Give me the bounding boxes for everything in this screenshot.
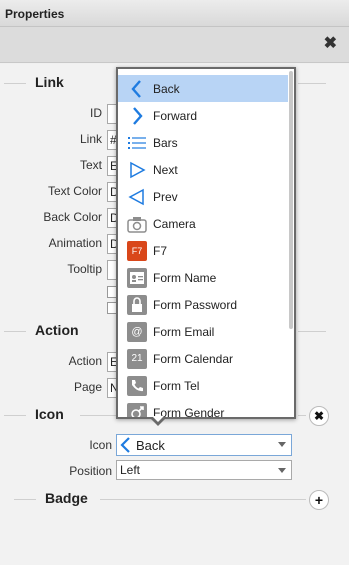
section-title: Badge — [45, 490, 88, 506]
icon-select-value: Back — [136, 438, 165, 453]
dropdown-item-next[interactable]: Next — [118, 156, 288, 183]
triangle-left-icon — [128, 188, 144, 206]
position-select[interactable]: Left — [116, 460, 292, 480]
gender-icon — [127, 403, 147, 417]
calendar-icon: 21 — [127, 349, 147, 369]
chevron-left-icon — [120, 437, 130, 453]
back-color-label: Back Color — [43, 210, 102, 224]
text-label: Text — [79, 158, 102, 172]
icon-select[interactable]: Back — [116, 434, 292, 456]
dropdown-item-form-gender[interactable]: Form Gender — [118, 399, 288, 417]
dropdown-item-bars[interactable]: Bars — [118, 129, 288, 156]
section-badge: Badge — [0, 490, 349, 508]
icon-label: Icon — [89, 438, 112, 452]
window-title: Properties — [0, 0, 349, 27]
name-card-icon — [127, 268, 147, 288]
lock-icon — [127, 295, 147, 315]
id-label: ID — [90, 106, 102, 120]
chevron-down-icon — [278, 442, 286, 447]
section-title: Link — [35, 74, 64, 90]
panel-header: ✖ — [0, 27, 349, 63]
dropdown-item-forward[interactable]: Forward — [118, 102, 288, 129]
text-color-label: Text Color — [47, 184, 102, 198]
chevron-left-icon — [131, 80, 141, 98]
triangle-right-icon — [130, 161, 146, 179]
dropdown-item-prev[interactable]: Prev — [118, 183, 288, 210]
dropdown-item-form-email[interactable]: @ Form Email — [118, 318, 288, 345]
position-select-value: Left — [120, 463, 141, 477]
dropdown-item-form-name[interactable]: Form Name — [118, 264, 288, 291]
phone-icon — [127, 376, 147, 396]
chevron-down-icon — [278, 468, 286, 473]
icon-dropdown-list[interactable]: Back Forward Bars Next Prev Camera F7 F7 — [116, 67, 296, 419]
camera-icon — [127, 217, 147, 233]
tooltip-label: Tooltip — [67, 262, 102, 276]
dropdown-item-camera[interactable]: Camera — [118, 210, 288, 237]
dropdown-item-back[interactable]: Back — [118, 75, 288, 102]
dropdown-item-form-tel[interactable]: Form Tel — [118, 372, 288, 399]
scrollbar[interactable] — [289, 71, 293, 329]
at-icon: @ — [127, 322, 147, 342]
chevron-right-icon — [133, 107, 143, 125]
section-title: Icon — [35, 406, 64, 422]
dropdown-pointer — [150, 416, 166, 426]
section-title: Action — [35, 322, 79, 338]
close-icon[interactable]: ✖ — [324, 36, 337, 52]
dropdown-item-form-calendar[interactable]: 21 Form Calendar — [118, 345, 288, 372]
action-label: Action — [68, 354, 102, 368]
f7-icon: F7 — [127, 241, 147, 261]
page-label: Page — [73, 380, 102, 394]
dropdown-item-form-password[interactable]: Form Password — [118, 291, 288, 318]
dropdown-item-f7[interactable]: F7 F7 — [118, 237, 288, 264]
bars-icon — [128, 137, 146, 149]
add-badge-button[interactable]: + — [309, 490, 329, 510]
position-label: Position — [69, 464, 112, 478]
remove-icon-button[interactable]: ✖ — [309, 406, 329, 426]
link-label: Link — [79, 132, 102, 146]
animation-label: Animation — [48, 236, 102, 250]
